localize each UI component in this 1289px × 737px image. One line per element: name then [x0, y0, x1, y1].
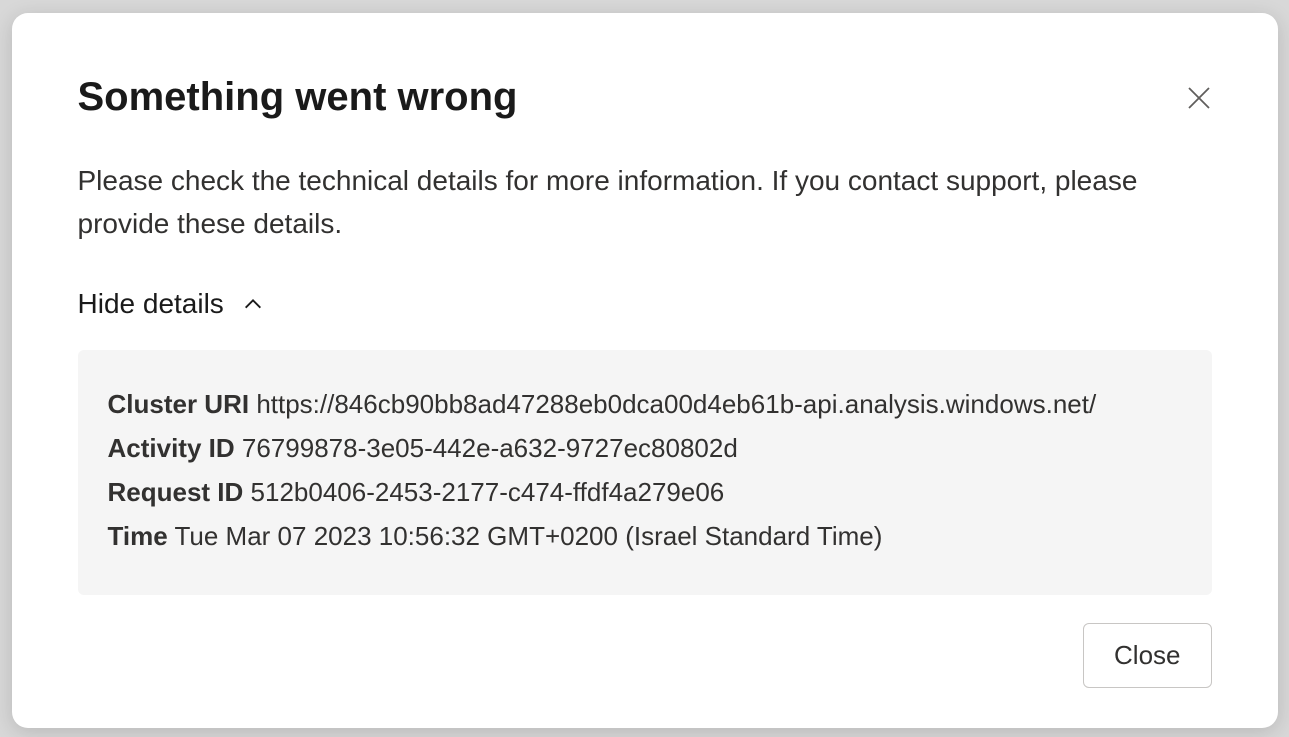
time-label: Time — [108, 521, 168, 551]
chevron-up-icon — [242, 293, 264, 315]
detail-request-id: Request ID 512b0406-2453-2177-c474-ffdf4… — [108, 470, 1182, 514]
cluster-uri-label: Cluster URI — [108, 389, 250, 419]
details-toggle-label: Hide details — [78, 288, 224, 320]
close-button[interactable]: Close — [1083, 623, 1211, 688]
dialog-message: Please check the technical details for m… — [78, 159, 1212, 246]
dialog-footer: Close — [78, 623, 1212, 688]
time-value: Tue Mar 07 2023 10:56:32 GMT+0200 (Israe… — [174, 521, 882, 551]
details-box: Cluster URI https://846cb90bb8ad47288eb0… — [78, 350, 1212, 595]
details-toggle[interactable]: Hide details — [78, 288, 264, 320]
error-dialog: Something went wrong Please check the te… — [12, 13, 1278, 728]
detail-cluster-uri: Cluster URI https://846cb90bb8ad47288eb0… — [108, 382, 1182, 426]
activity-id-value: 76799878-3e05-442e-a632-9727ec80802d — [242, 433, 738, 463]
dialog-header: Something went wrong — [78, 73, 1212, 121]
detail-activity-id: Activity ID 76799878-3e05-442e-a632-9727… — [108, 426, 1182, 470]
request-id-value: 512b0406-2453-2177-c474-ffdf4a279e06 — [251, 477, 725, 507]
activity-id-label: Activity ID — [108, 433, 235, 463]
detail-time: Time Tue Mar 07 2023 10:56:32 GMT+0200 (… — [108, 514, 1182, 558]
request-id-label: Request ID — [108, 477, 244, 507]
dialog-title: Something went wrong — [78, 73, 518, 121]
cluster-uri-value: https://846cb90bb8ad47288eb0dca00d4eb61b… — [256, 389, 1096, 419]
close-icon — [1184, 83, 1214, 113]
close-x-button[interactable] — [1180, 79, 1218, 117]
